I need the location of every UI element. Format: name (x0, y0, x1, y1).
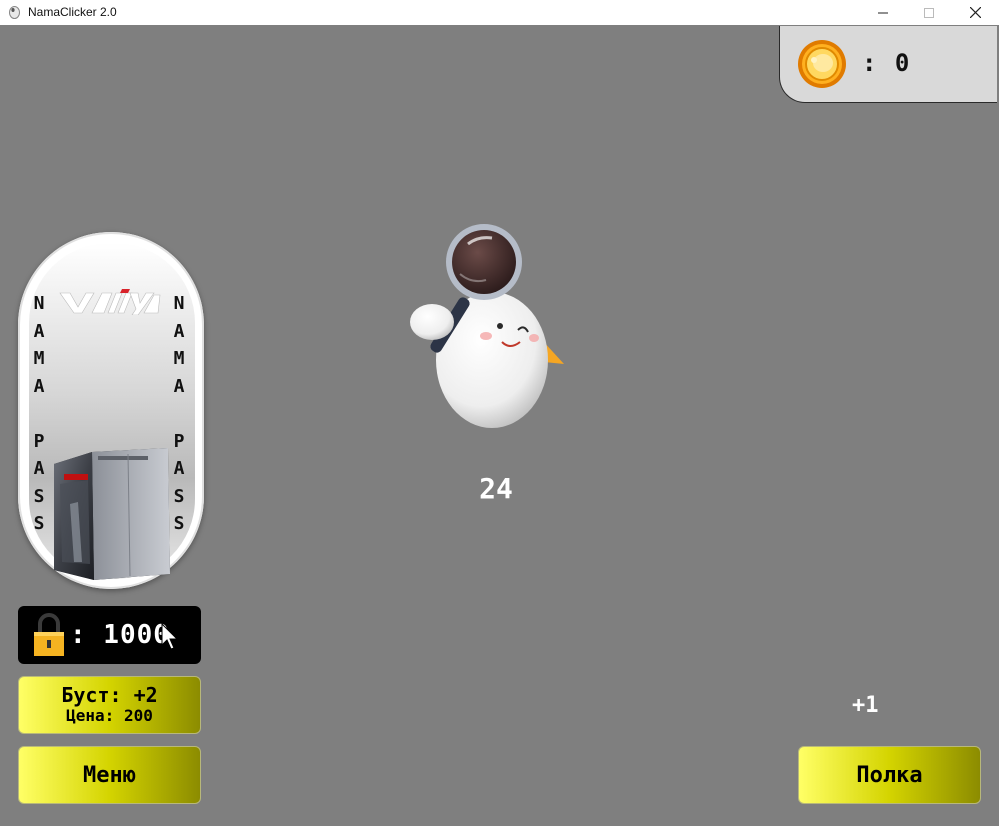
server-machine-image (54, 448, 170, 580)
title-bar: NamaClicker 2.0 (0, 0, 999, 25)
letter: A (33, 375, 45, 397)
minimize-icon (878, 12, 888, 13)
coin-icon (798, 40, 846, 88)
letter: M (33, 348, 45, 369)
letter: A (173, 375, 185, 397)
cursor-icon (161, 623, 179, 650)
letter: S (33, 513, 45, 534)
valiya-logo (59, 289, 161, 315)
boost-price-label: Цена: 200 (66, 706, 153, 725)
lock-price-box[interactable]: : 1000 (18, 606, 201, 664)
boost-button[interactable]: Буст: +2 Цена: 200 (18, 676, 201, 734)
maximize-icon (924, 7, 934, 18)
maximize-button[interactable] (906, 0, 952, 25)
letter: A (173, 320, 185, 342)
lock-icon (34, 613, 64, 656)
letter (171, 400, 187, 428)
click-count: 24 (479, 472, 513, 505)
app-egg-icon (9, 6, 20, 19)
lock-price-text: : 1000 (70, 620, 170, 650)
coin-count: : 0 (862, 49, 912, 77)
minimize-button[interactable] (860, 0, 906, 25)
letter: A (33, 458, 45, 479)
window-title: NamaClicker 2.0 (28, 5, 117, 19)
coin-counter-panel: : 0 (779, 26, 997, 103)
close-icon (969, 7, 981, 18)
close-button[interactable] (952, 0, 998, 25)
letter: N (33, 293, 45, 314)
letter (31, 400, 47, 428)
letter: S (33, 485, 45, 507)
letter: A (33, 320, 45, 342)
nama-egg-character[interactable] (402, 222, 570, 432)
letter: P (33, 430, 45, 452)
menu-button[interactable]: Меню (18, 746, 201, 804)
letter: N (173, 293, 185, 314)
boost-label: Буст: +2 (61, 683, 158, 707)
letter: M (173, 348, 185, 369)
floating-gain-indicator: +1 (852, 693, 879, 718)
shelf-button[interactable]: Полка (798, 746, 981, 804)
nama-pass-vertical-text-left: N A M A P A S S (31, 290, 47, 538)
